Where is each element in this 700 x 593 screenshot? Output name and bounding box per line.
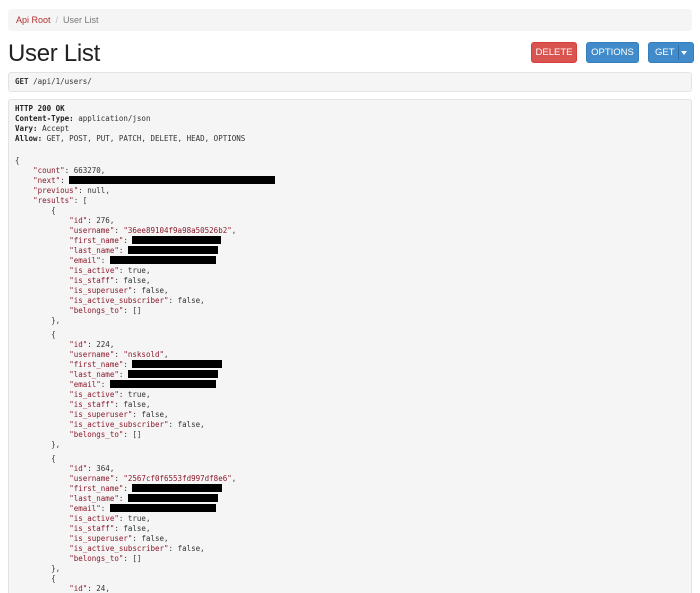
- json-user-is-staff: "is_staff": false,: [69, 524, 151, 533]
- json-count: "count": 663270,: [33, 166, 106, 175]
- json-user-is-active-subscriber: "is_active_subscriber": false,: [69, 544, 205, 553]
- json-user-belongs-to: "belongs_to": []: [69, 306, 142, 315]
- redacted-value: [132, 236, 222, 244]
- redacted-value: [109, 504, 216, 512]
- redacted-value: [127, 494, 218, 502]
- json-open-brace: {: [15, 156, 20, 165]
- json-user-first-name: "first_name":: [15, 360, 223, 370]
- json-user-id: "id": 224,: [69, 340, 115, 349]
- delete-button[interactable]: DELETE: [531, 42, 577, 63]
- json-previous: "previous": null,: [33, 186, 110, 195]
- json-user-email: "email":: [15, 256, 216, 266]
- redacted-value: [109, 380, 216, 388]
- redacted-value: [127, 246, 218, 254]
- json-results: "results": [: [33, 196, 88, 205]
- options-button[interactable]: OPTIONS: [586, 42, 639, 63]
- json-user-last-name: "last_name":: [15, 494, 218, 504]
- json-user-is-active: "is_active": true,: [69, 390, 151, 399]
- breadcrumb-api-root-link[interactable]: Api Root: [16, 9, 51, 31]
- json-user-is-active: "is_active": true,: [69, 266, 151, 275]
- request-method: GET: [15, 77, 29, 86]
- response-header-content-type: Content-Type: application/json: [15, 114, 151, 123]
- get-button[interactable]: GET: [648, 42, 694, 63]
- response-header-vary: Vary: Accept: [15, 124, 70, 133]
- get-button-label: GET: [655, 47, 675, 58]
- json-user-first-name: "first_name":: [15, 236, 222, 246]
- json-user-email: "email":: [15, 380, 216, 390]
- json-user-id: "id": 276,: [69, 216, 115, 225]
- json-user-last-name: "last_name":: [15, 246, 218, 256]
- json-user-username: "username": "36ee89104f9a98a50526b2",: [69, 226, 237, 235]
- response-content: HTTP 200 OK Content-Type: application/js…: [8, 99, 692, 593]
- json-next: "next":: [15, 176, 276, 186]
- redacted-value: [132, 360, 223, 368]
- json-user-last-name: "last_name":: [15, 370, 218, 380]
- redacted-value: [69, 176, 276, 184]
- json-user-belongs-to: "belongs_to": []: [69, 430, 142, 439]
- json-user-is-active: "is_active": true,: [69, 514, 151, 523]
- json-user-is-staff: "is_staff": false,: [69, 276, 151, 285]
- json-user-username: "username": "2567cf0f6553fd997df8e6",: [69, 474, 237, 483]
- breadcrumb-separator: /: [55, 15, 59, 25]
- page-title: User List: [8, 40, 100, 67]
- json-user-is-staff: "is_staff": false,: [69, 400, 151, 409]
- json-user-email: "email":: [15, 504, 216, 514]
- json-user-id: "id": 364,: [69, 464, 115, 473]
- json-user-is-superuser: "is_superuser": false,: [69, 410, 169, 419]
- json-user-id: "id": 24,: [69, 584, 110, 593]
- response-status: HTTP 200 OK: [15, 104, 65, 113]
- json-user-first-name: "first_name":: [15, 484, 223, 494]
- breadcrumb: Api Root / User List: [8, 9, 692, 31]
- redacted-value: [132, 484, 223, 492]
- json-user-is-active-subscriber: "is_active_subscriber": false,: [69, 296, 205, 305]
- caret-down-icon[interactable]: [681, 51, 687, 55]
- json-user-is-active-subscriber: "is_active_subscriber": false,: [69, 420, 205, 429]
- breadcrumb-current: User List: [63, 15, 99, 25]
- json-user-is-superuser: "is_superuser": false,: [69, 534, 169, 543]
- redacted-value: [109, 256, 216, 264]
- json-user-username: "username": "nsksold",: [69, 350, 169, 359]
- redacted-value: [127, 370, 218, 378]
- json-user-is-superuser: "is_superuser": false,: [69, 286, 169, 295]
- request-line: GET /api/1/users/: [8, 72, 692, 92]
- get-button-divider: [678, 45, 679, 60]
- request-path: /api/1/users/: [33, 77, 92, 86]
- response-header-allow: Allow: GET, POST, PUT, PATCH, DELETE, HE…: [15, 134, 246, 143]
- json-user-belongs-to: "belongs_to": []: [69, 554, 142, 563]
